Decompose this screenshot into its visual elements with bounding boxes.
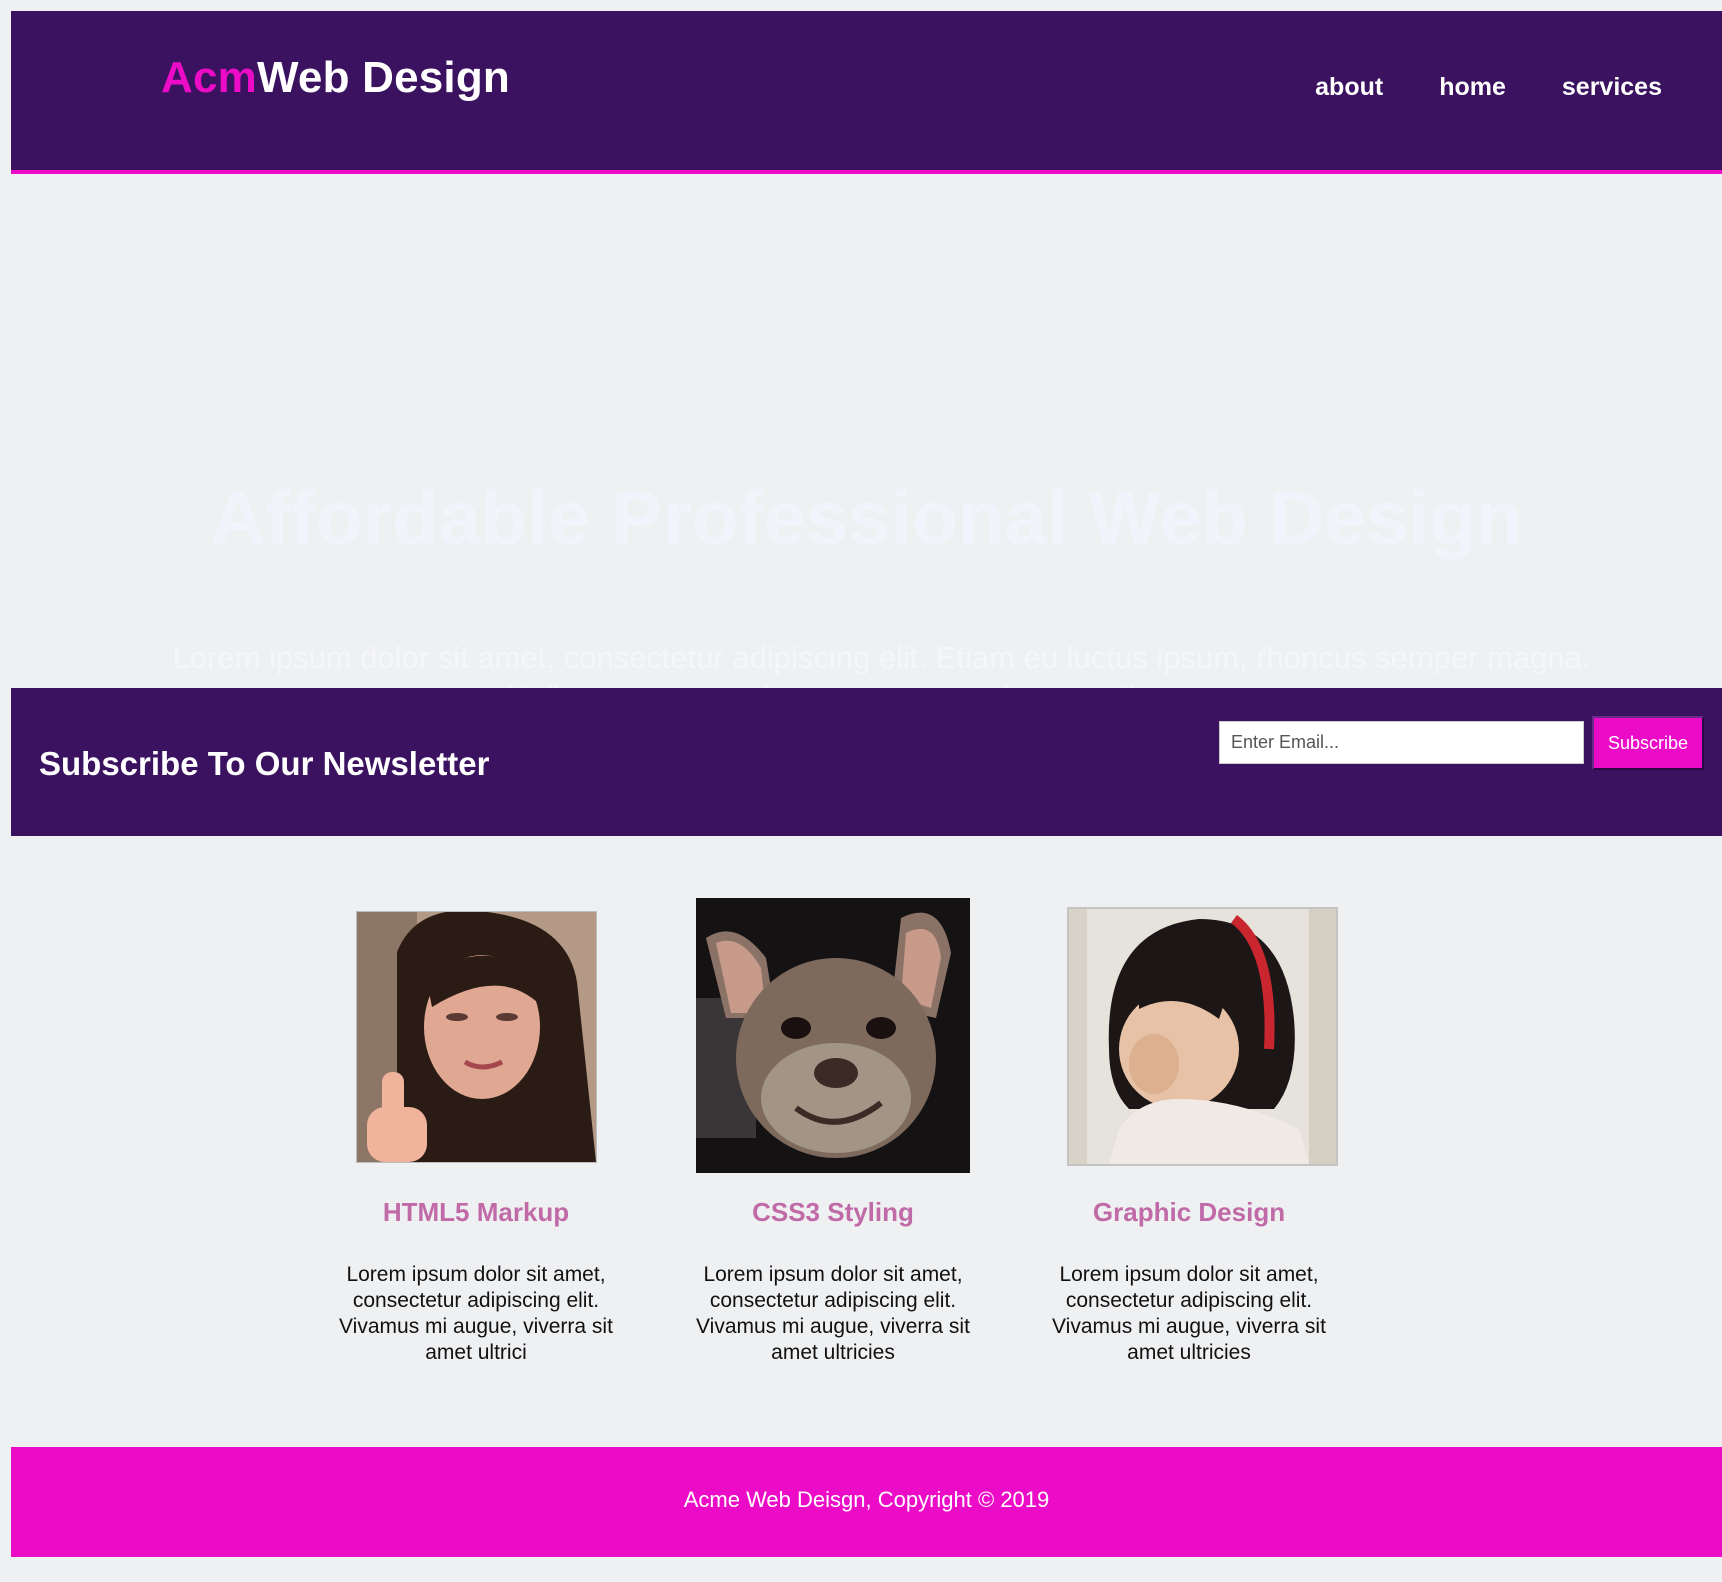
showcase-text: Lorem ipsum dolor sit amet, consectetur … xyxy=(172,640,1591,714)
services-boxes: HTML5 Markup Lorem ipsum dolor sit amet,… xyxy=(11,836,1722,1447)
box-title: HTML5 Markup xyxy=(382,1197,570,1227)
showcase-section: Affordable Professional Web Design Lorem… xyxy=(11,174,1722,715)
newsletter-title: Subscribe To Our Newsletter xyxy=(39,745,490,782)
newsletter-section: Subscribe To Our Newsletter Subscribe xyxy=(11,688,1722,836)
site-header: AcmWeb Design about home services xyxy=(11,11,1722,174)
box-text: Lorem ipsum dolor sit amet, consectetur … xyxy=(696,1263,970,1364)
nav-link-about[interactable]: about xyxy=(1287,73,1411,102)
site-footer: Acme Web Deisgn, Copyright © 2019 xyxy=(11,1447,1722,1557)
page: AcmWeb Design about home services Afford… xyxy=(11,11,1722,1557)
email-input[interactable] xyxy=(1219,721,1584,764)
brand-logo[interactable]: AcmWeb Design xyxy=(161,53,510,103)
box-title: Graphic Design xyxy=(1092,1197,1286,1227)
smiling-dog-photo xyxy=(696,898,970,1173)
box-title: CSS3 Styling xyxy=(752,1197,914,1227)
box-text: Lorem ipsum dolor sit amet, consectetur … xyxy=(1052,1263,1326,1364)
crying-thumbs-up-photo xyxy=(356,911,597,1163)
crying-child-photo xyxy=(1067,907,1338,1166)
brand-accent: Acm xyxy=(161,53,257,102)
subscribe-button[interactable]: Subscribe xyxy=(1592,716,1704,770)
nav-link-services[interactable]: services xyxy=(1534,73,1722,102)
box-text: Lorem ipsum dolor sit amet, consectetur … xyxy=(339,1263,613,1364)
main-nav: about home services xyxy=(1287,73,1722,102)
footer-copyright: Acme Web Deisgn, Copyright © 2019 xyxy=(683,1487,1050,1512)
brand-name: Web Design xyxy=(256,53,510,102)
nav-link-home[interactable]: home xyxy=(1411,73,1534,102)
